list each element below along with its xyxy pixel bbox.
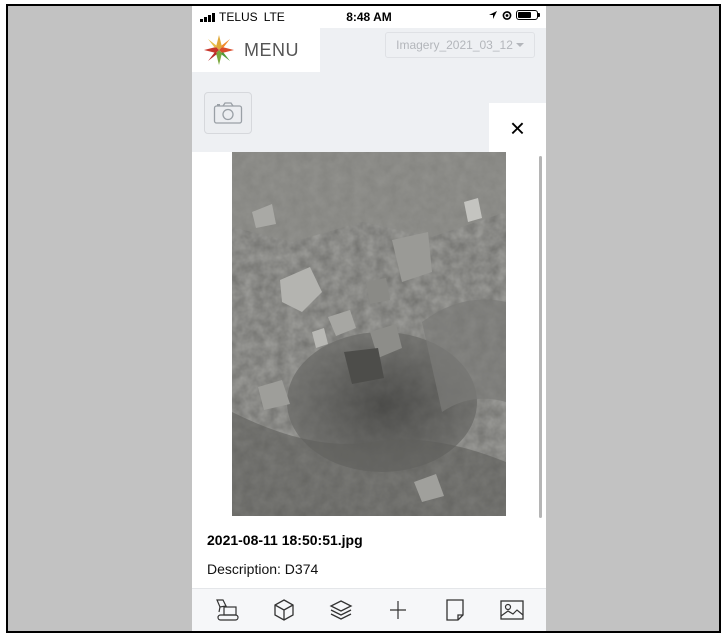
camera-button[interactable] [204, 92, 252, 134]
menu-label: MENU [244, 39, 299, 60]
layers-button[interactable] [326, 595, 356, 625]
close-button[interactable]: × [489, 103, 546, 153]
imagery-select[interactable]: Imagery_2021_03_12 [385, 32, 535, 58]
battery-icon [516, 10, 540, 20]
image-button[interactable] [497, 595, 527, 625]
bottom-toolbar [192, 588, 546, 631]
screenshot-frame: TELUS LTE 8:48 AM MENU Imagery_2021_03_1… [6, 4, 721, 633]
excavator-icon [215, 599, 239, 621]
location-arrow-icon [489, 11, 497, 19]
caret-down-icon [515, 43, 524, 47]
imagery-select-value: Imagery_2021_03_12 [396, 38, 513, 52]
close-icon: × [509, 112, 526, 143]
cube-icon [273, 599, 294, 621]
scrollbar[interactable] [539, 156, 542, 518]
document-icon [445, 599, 464, 621]
layers-icon [329, 600, 352, 620]
document-button[interactable] [440, 595, 470, 625]
menu-button[interactable]: MENU [192, 28, 320, 72]
status-bar: TELUS LTE 8:48 AM [192, 6, 546, 28]
add-button[interactable] [383, 595, 413, 625]
photo-image [232, 152, 506, 516]
alarm-icon [502, 11, 512, 20]
excavator-button[interactable] [212, 595, 242, 625]
logo-icon [204, 35, 234, 65]
photo-description: Description: D374 [207, 561, 319, 577]
cube-button[interactable] [269, 595, 299, 625]
phone-screen: TELUS LTE 8:48 AM MENU Imagery_2021_03_1… [192, 6, 546, 631]
plus-icon [389, 601, 406, 619]
image-icon [499, 600, 524, 620]
photo-panel: 2021-08-11 18:50:51.jpg Description: D37… [192, 152, 546, 588]
status-icons [488, 10, 540, 20]
photo-filename: 2021-08-11 18:50:51.jpg [207, 532, 363, 548]
camera-icon [213, 102, 243, 124]
